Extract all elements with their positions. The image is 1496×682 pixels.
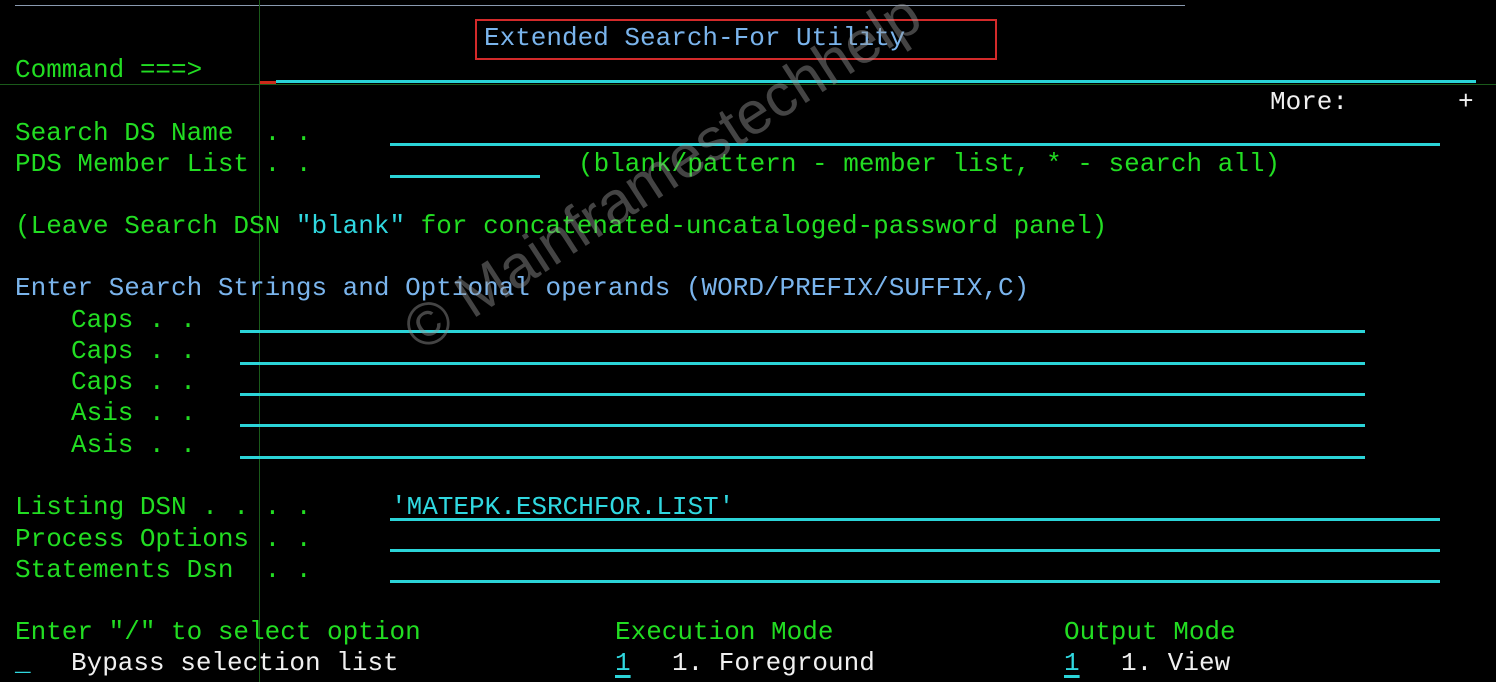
output-mode-option: 1. View	[1121, 648, 1231, 678]
search-string-label: Caps . .	[71, 367, 196, 397]
execution-mode-option: 1. Foreground	[672, 648, 875, 678]
search-string-label: Caps . .	[71, 305, 196, 335]
leave-note-prefix: (Leave Search DSN	[15, 211, 296, 241]
bypass-selection-label: Bypass selection list	[71, 648, 399, 678]
statements-dsn-label: Statements Dsn . .	[15, 555, 312, 585]
panel-title: Extended Search-For Utility	[484, 23, 906, 53]
more-indicator[interactable]: +	[1458, 87, 1474, 118]
command-label: Command ===>	[15, 55, 203, 85]
search-string-label: Asis . .	[71, 430, 196, 460]
search-ds-input[interactable]	[390, 143, 1440, 146]
select-option-heading: Enter "/" to select option	[15, 617, 421, 647]
process-options-input[interactable]	[390, 549, 1440, 552]
search-string-input[interactable]	[240, 424, 1365, 427]
crosshair-horizontal	[0, 84, 1496, 85]
leave-note-blank: "blank"	[295, 211, 406, 241]
search-string-input[interactable]	[240, 456, 1365, 459]
bypass-selection-checkbox[interactable]: _	[15, 648, 31, 679]
listing-dsn-label: Listing DSN . . . .	[15, 492, 312, 522]
cursor	[260, 81, 276, 84]
leave-note-suffix: for concatenated-uncataloged-password pa…	[405, 211, 1108, 241]
more-label: More:	[1270, 87, 1349, 117]
process-options-label: Process Options . .	[15, 524, 312, 554]
leave-search-note: (Leave Search DSN "blank" for concatenat…	[15, 211, 1107, 242]
statements-dsn-input[interactable]	[390, 580, 1440, 583]
search-string-input[interactable]	[240, 393, 1365, 396]
pds-member-hint: (blank/pattern - member list, * - search…	[578, 149, 1281, 179]
search-ds-label: Search DS Name . .	[15, 118, 312, 148]
pds-member-label: PDS Member List . .	[15, 149, 312, 179]
search-string-input[interactable]	[240, 330, 1365, 333]
output-mode-input[interactable]: 1	[1064, 648, 1080, 679]
top-rule	[15, 5, 1185, 6]
command-input[interactable]	[276, 80, 1476, 83]
search-string-input[interactable]	[240, 362, 1365, 365]
execution-mode-input[interactable]: 1	[615, 648, 631, 679]
search-strings-heading: Enter Search Strings and Optional operan…	[15, 273, 1030, 303]
pds-member-input[interactable]	[390, 175, 540, 178]
listing-dsn-input[interactable]	[390, 518, 1440, 521]
search-string-label: Caps . .	[71, 336, 196, 366]
output-mode-heading: Output Mode	[1064, 617, 1236, 647]
execution-mode-heading: Execution Mode	[615, 617, 834, 647]
search-string-label: Asis . .	[71, 398, 196, 428]
